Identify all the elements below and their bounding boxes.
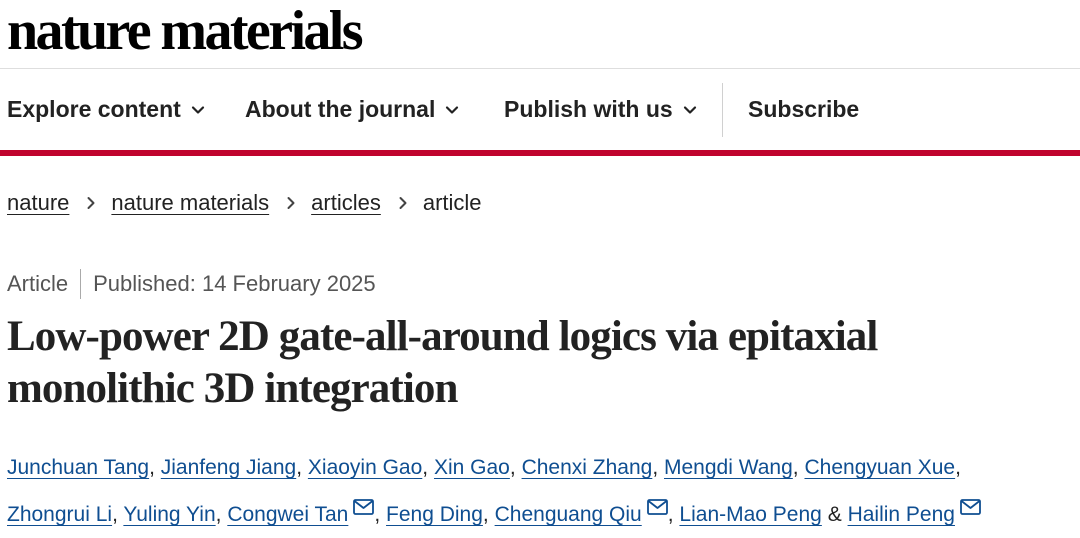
author-link[interactable]: Chenxi Zhang (522, 456, 653, 479)
author-item: Xin Gao, (434, 456, 516, 479)
author-item: Junchuan Tang, (7, 456, 155, 479)
author-item: Chenxi Zhang, (522, 456, 659, 479)
breadcrumb-nature[interactable]: nature (7, 190, 69, 216)
article-type: Article (7, 271, 69, 296)
author-item: Feng Ding, (386, 503, 489, 526)
site-header: nature materials (0, 0, 1080, 69)
article-title-line-1: Low-power 2D gate-all-around logics via … (7, 313, 878, 360)
mail-icon[interactable] (353, 499, 375, 515)
chevron-down-icon (191, 105, 204, 114)
author-link[interactable]: Congwei Tan (227, 503, 348, 526)
article-meta: Article Published: 14 February 2025 (7, 267, 376, 301)
nav-item-label: About the journal (245, 96, 436, 122)
author-separator: , (112, 503, 118, 526)
author-item: Hailin Peng (848, 499, 981, 526)
author-separator: , (482, 503, 489, 526)
author-link[interactable]: Feng Ding (386, 503, 483, 526)
author-item: Congwei Tan, (227, 499, 381, 526)
author-link[interactable]: Jianfeng Jiang (161, 456, 296, 479)
author-separator: , (374, 503, 381, 526)
author-item: Zhongrui Li, (7, 503, 118, 526)
author-separator: , (509, 456, 516, 479)
breadcrumb-articles[interactable]: articles (311, 190, 381, 216)
chevron-right-icon (87, 197, 95, 209)
author-link[interactable]: Lian-Mao Peng (679, 503, 821, 526)
author-separator: , (667, 503, 674, 526)
author-link[interactable]: Chengyuan Xue (804, 456, 955, 479)
author-separator: , (296, 456, 303, 479)
nav-explore-content[interactable]: Explore content (7, 69, 205, 150)
author-separator: , (422, 456, 429, 479)
main-nav: Explore content About the journal Publis… (0, 69, 1080, 156)
chevron-down-icon (683, 105, 696, 114)
nav-item-label: Subscribe (748, 96, 860, 122)
author-separator: , (652, 456, 659, 479)
author-item: Jianfeng Jiang, (161, 456, 302, 479)
mail-icon[interactable] (646, 499, 668, 515)
author-link[interactable]: Xiaoyin Gao (308, 456, 422, 479)
mail-icon[interactable] (960, 499, 981, 515)
chevron-right-icon (399, 197, 407, 209)
author-item: Chengyuan Xue, (804, 456, 960, 479)
article-title-line-2: monolithic 3D integration (7, 365, 458, 412)
nav-about-the-journal[interactable]: About the journal (245, 69, 459, 150)
author-link[interactable]: Yuling Yin (123, 503, 215, 526)
author-separator: , (215, 503, 222, 526)
published-date: Published: 14 February 2025 (93, 271, 376, 296)
breadcrumb-current: article (422, 190, 482, 215)
author-item: Chenguang Qiu, (495, 499, 674, 526)
author-final-separator: & (827, 503, 842, 526)
author-link[interactable]: Xin Gao (434, 456, 510, 479)
nav-subscribe[interactable]: Subscribe (748, 69, 859, 150)
author-item: Lian-Mao Peng (679, 503, 821, 526)
nav-item-label: Explore content (7, 96, 181, 122)
author-link[interactable]: Mengdi Wang (664, 456, 793, 479)
breadcrumb-nature-materials[interactable]: nature materials (111, 190, 269, 216)
article-title: Low-power 2D gate-all-around logics via … (7, 311, 1067, 415)
author-item: Xiaoyin Gao, (308, 456, 428, 479)
author-separator: , (955, 456, 961, 479)
chevron-right-icon (287, 197, 295, 209)
journal-logo[interactable]: nature materials (7, 0, 364, 62)
author-item: Yuling Yin, (123, 503, 221, 526)
author-link[interactable]: Junchuan Tang (7, 456, 149, 479)
author-item: Mengdi Wang, (664, 456, 799, 479)
author-list: Junchuan Tang, Jianfeng Jiang, Xiaoyin G… (7, 444, 1077, 538)
nav-publish-with-us[interactable]: Publish with us (504, 69, 697, 150)
nav-divider (722, 83, 723, 137)
author-separator: , (149, 456, 155, 479)
chevron-down-icon (446, 105, 459, 114)
author-link[interactable]: Chenguang Qiu (495, 503, 642, 526)
meta-divider (80, 269, 82, 299)
author-link[interactable]: Hailin Peng (848, 503, 955, 526)
breadcrumb: nature nature materials articles article (7, 186, 482, 220)
nav-item-label: Publish with us (504, 96, 673, 122)
author-link[interactable]: Zhongrui Li (7, 503, 112, 526)
author-separator: , (792, 456, 799, 479)
